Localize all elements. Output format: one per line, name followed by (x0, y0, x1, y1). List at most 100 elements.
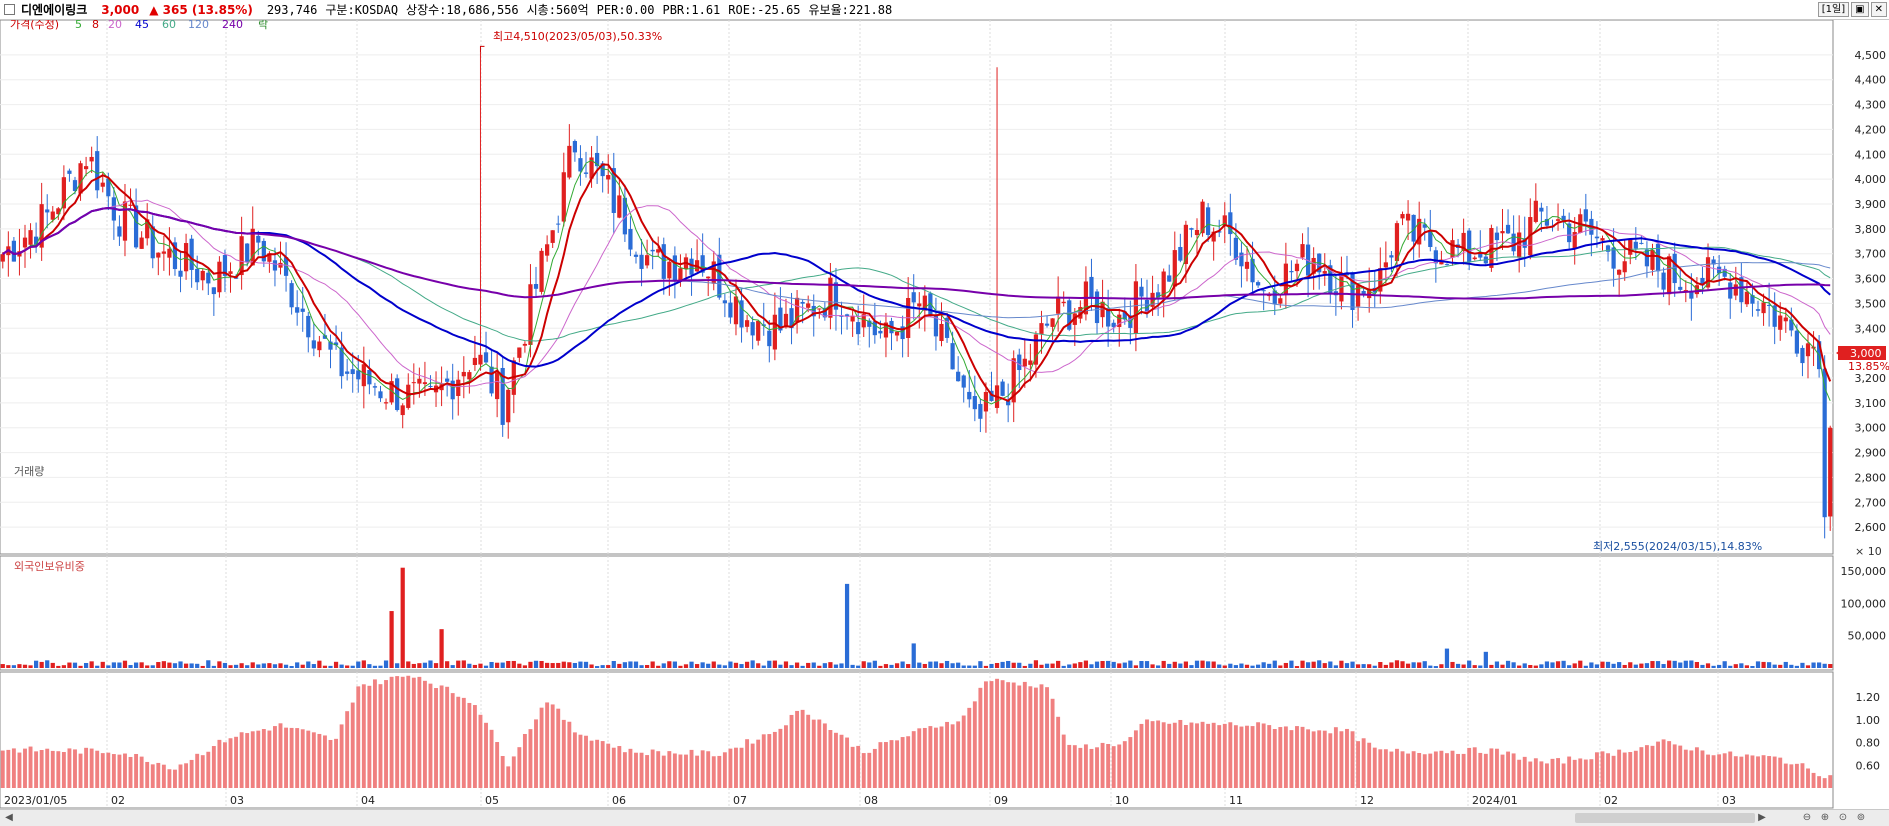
candle-body (556, 223, 561, 225)
foreign-bar (1406, 753, 1411, 788)
foreign-bar (1550, 758, 1555, 788)
price-tick-label: 3,700 (1855, 248, 1887, 261)
zoom-fit-icon[interactable]: ⊚ (1854, 812, 1868, 825)
price-tick-label: 3,900 (1855, 198, 1887, 211)
volume-bar (450, 665, 455, 668)
foreign-bar (1100, 742, 1105, 788)
foreign-bar (500, 756, 505, 788)
candle-body (1000, 381, 1005, 396)
zoom-in-icon[interactable]: ⊕ (1818, 812, 1832, 825)
candle-body (972, 396, 977, 410)
candle-body (1383, 262, 1388, 268)
volume-bar (1172, 661, 1177, 668)
volume-bar (1505, 660, 1511, 668)
volume-bar (1328, 661, 1333, 668)
zoom-out-icon[interactable]: ⊖ (1800, 812, 1814, 825)
candle-body (1778, 315, 1783, 330)
scroll-thumb[interactable] (1575, 813, 1755, 823)
scroll-left-icon[interactable]: ◀ (2, 812, 16, 825)
volume-bar (1133, 665, 1139, 668)
volume-bar (45, 660, 50, 668)
foreign-bar (884, 742, 888, 788)
volume-bar (1800, 662, 1805, 668)
volume-bar (1605, 661, 1611, 668)
candle-body (1139, 286, 1144, 297)
foreign-bar (1400, 751, 1405, 788)
foreign-bar (1389, 751, 1394, 788)
volume-panel-title: 거래량 (14, 465, 44, 478)
volume-bar (1433, 666, 1438, 668)
high-annotation: 최고4,510(2023/05/03),50.33% (493, 30, 662, 43)
volume-bar (361, 660, 366, 668)
volume-bar (1522, 663, 1527, 668)
volume-bar (1211, 661, 1216, 668)
foreign-bar (1561, 763, 1566, 788)
candle-body (561, 172, 566, 222)
period-button[interactable]: [1일] (1817, 2, 1850, 17)
volume-bar (1544, 661, 1550, 668)
volume-bar (1672, 660, 1677, 668)
candle-body (1672, 253, 1677, 284)
volume-bar (789, 665, 794, 668)
close-icon[interactable]: ✕ (1870, 2, 1887, 17)
foreign-bar (1617, 749, 1622, 788)
foreign-bar (1517, 759, 1522, 788)
horizontal-scrollbar[interactable]: ◀ ▶ ⊖ ⊕ ⊙ ⊚ (0, 809, 1889, 826)
foreign-bar (456, 696, 461, 788)
foreign-bar (228, 738, 233, 788)
volume-bar (1405, 663, 1411, 668)
foreign-bar (378, 684, 383, 788)
volume-bar (739, 664, 744, 668)
volume-bar (611, 660, 616, 668)
foreign-bar (1528, 761, 1533, 788)
foreign-bar (506, 766, 511, 788)
candle-body (1828, 427, 1833, 517)
foreign-bar (389, 676, 394, 788)
ma-line-20 (2, 199, 1831, 388)
legend-ma5: 5 (75, 20, 82, 31)
candle-body (100, 182, 105, 187)
foreign-bar (206, 751, 211, 788)
scroll-right-icon[interactable]: ▶ (1755, 812, 1769, 825)
stock-chart: 2023/01/05 02 03 04 05 06 07 08 09 10 11 12 2024/01 0… (0, 20, 1889, 809)
legend-ma120: 120 (188, 20, 209, 31)
volume-bar (1678, 662, 1683, 668)
restore-icon[interactable]: ▣ (1851, 2, 1869, 17)
volume-bar (300, 664, 305, 668)
volume-bar (1083, 660, 1089, 668)
foreign-bar (1644, 745, 1649, 788)
foreign-bar (95, 750, 100, 788)
candle-body (1650, 249, 1655, 270)
candle-body (1322, 271, 1327, 274)
candle-body (306, 315, 311, 338)
candle-body (1017, 354, 1022, 371)
volume-bar (1067, 664, 1072, 668)
foreign-bar (1383, 749, 1388, 788)
foreign-bar (434, 688, 438, 788)
foreign-bar (361, 684, 366, 788)
foreign-bar (1628, 752, 1633, 788)
volume-bar (1811, 662, 1816, 668)
foreign-bar (1439, 750, 1444, 788)
volume-bar (317, 660, 322, 668)
foreign-bar (1017, 685, 1022, 788)
zoom-reset-icon[interactable]: ⊙ (1836, 812, 1850, 825)
foreign-bar (1372, 747, 1377, 788)
foreign-bar (1322, 730, 1327, 788)
volume-bar (900, 661, 905, 668)
x-tick-label: 10 (1115, 794, 1129, 807)
volume-bar (933, 661, 939, 668)
candle-body (83, 166, 89, 170)
volume-bar (572, 662, 578, 668)
volume-bar (972, 665, 977, 668)
candle-body (295, 307, 300, 313)
volume-bar (239, 663, 244, 668)
candle-body (378, 391, 383, 399)
select-checkbox[interactable] (4, 4, 15, 15)
foreign-bar (1611, 755, 1616, 788)
volume-bar (1372, 665, 1377, 668)
foreign-bar (667, 751, 672, 788)
candle-body (794, 297, 800, 322)
foreign-bar (1261, 723, 1266, 788)
foreign-bar (878, 742, 883, 788)
